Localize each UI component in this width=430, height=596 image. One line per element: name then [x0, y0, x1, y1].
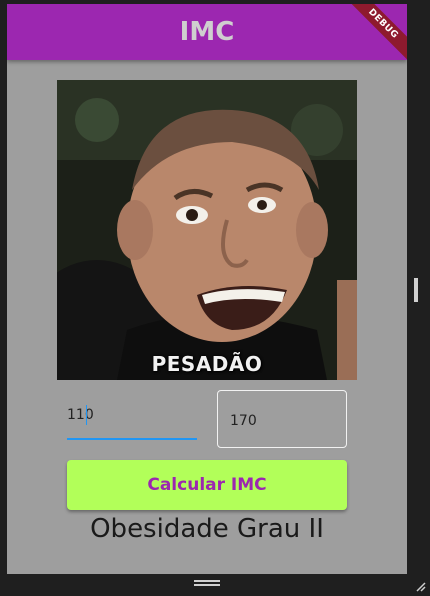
result-text: Obesidade Grau II — [90, 514, 324, 544]
photo-caption: PESADÃO — [151, 352, 263, 376]
app-window: IMC DEBUG PESADÃO 110 170 Calcular IMC O… — [7, 4, 407, 574]
weight-value: 110 — [67, 407, 94, 423]
height-value: 170 — [230, 413, 257, 429]
meme-photo: PESADÃO — [57, 80, 357, 380]
resize-grip-icon[interactable] — [414, 580, 426, 592]
side-resize-handle[interactable] — [414, 278, 418, 302]
height-input[interactable]: 170 — [217, 390, 347, 448]
calculate-imc-button[interactable]: Calcular IMC — [67, 460, 347, 510]
photo-illustration — [57, 80, 357, 380]
text-cursor — [86, 405, 87, 425]
app-title: IMC — [179, 17, 235, 47]
weight-input[interactable]: 110 — [67, 398, 197, 440]
app-bar: IMC — [7, 4, 407, 60]
bottom-resize-handle[interactable] — [194, 580, 220, 586]
